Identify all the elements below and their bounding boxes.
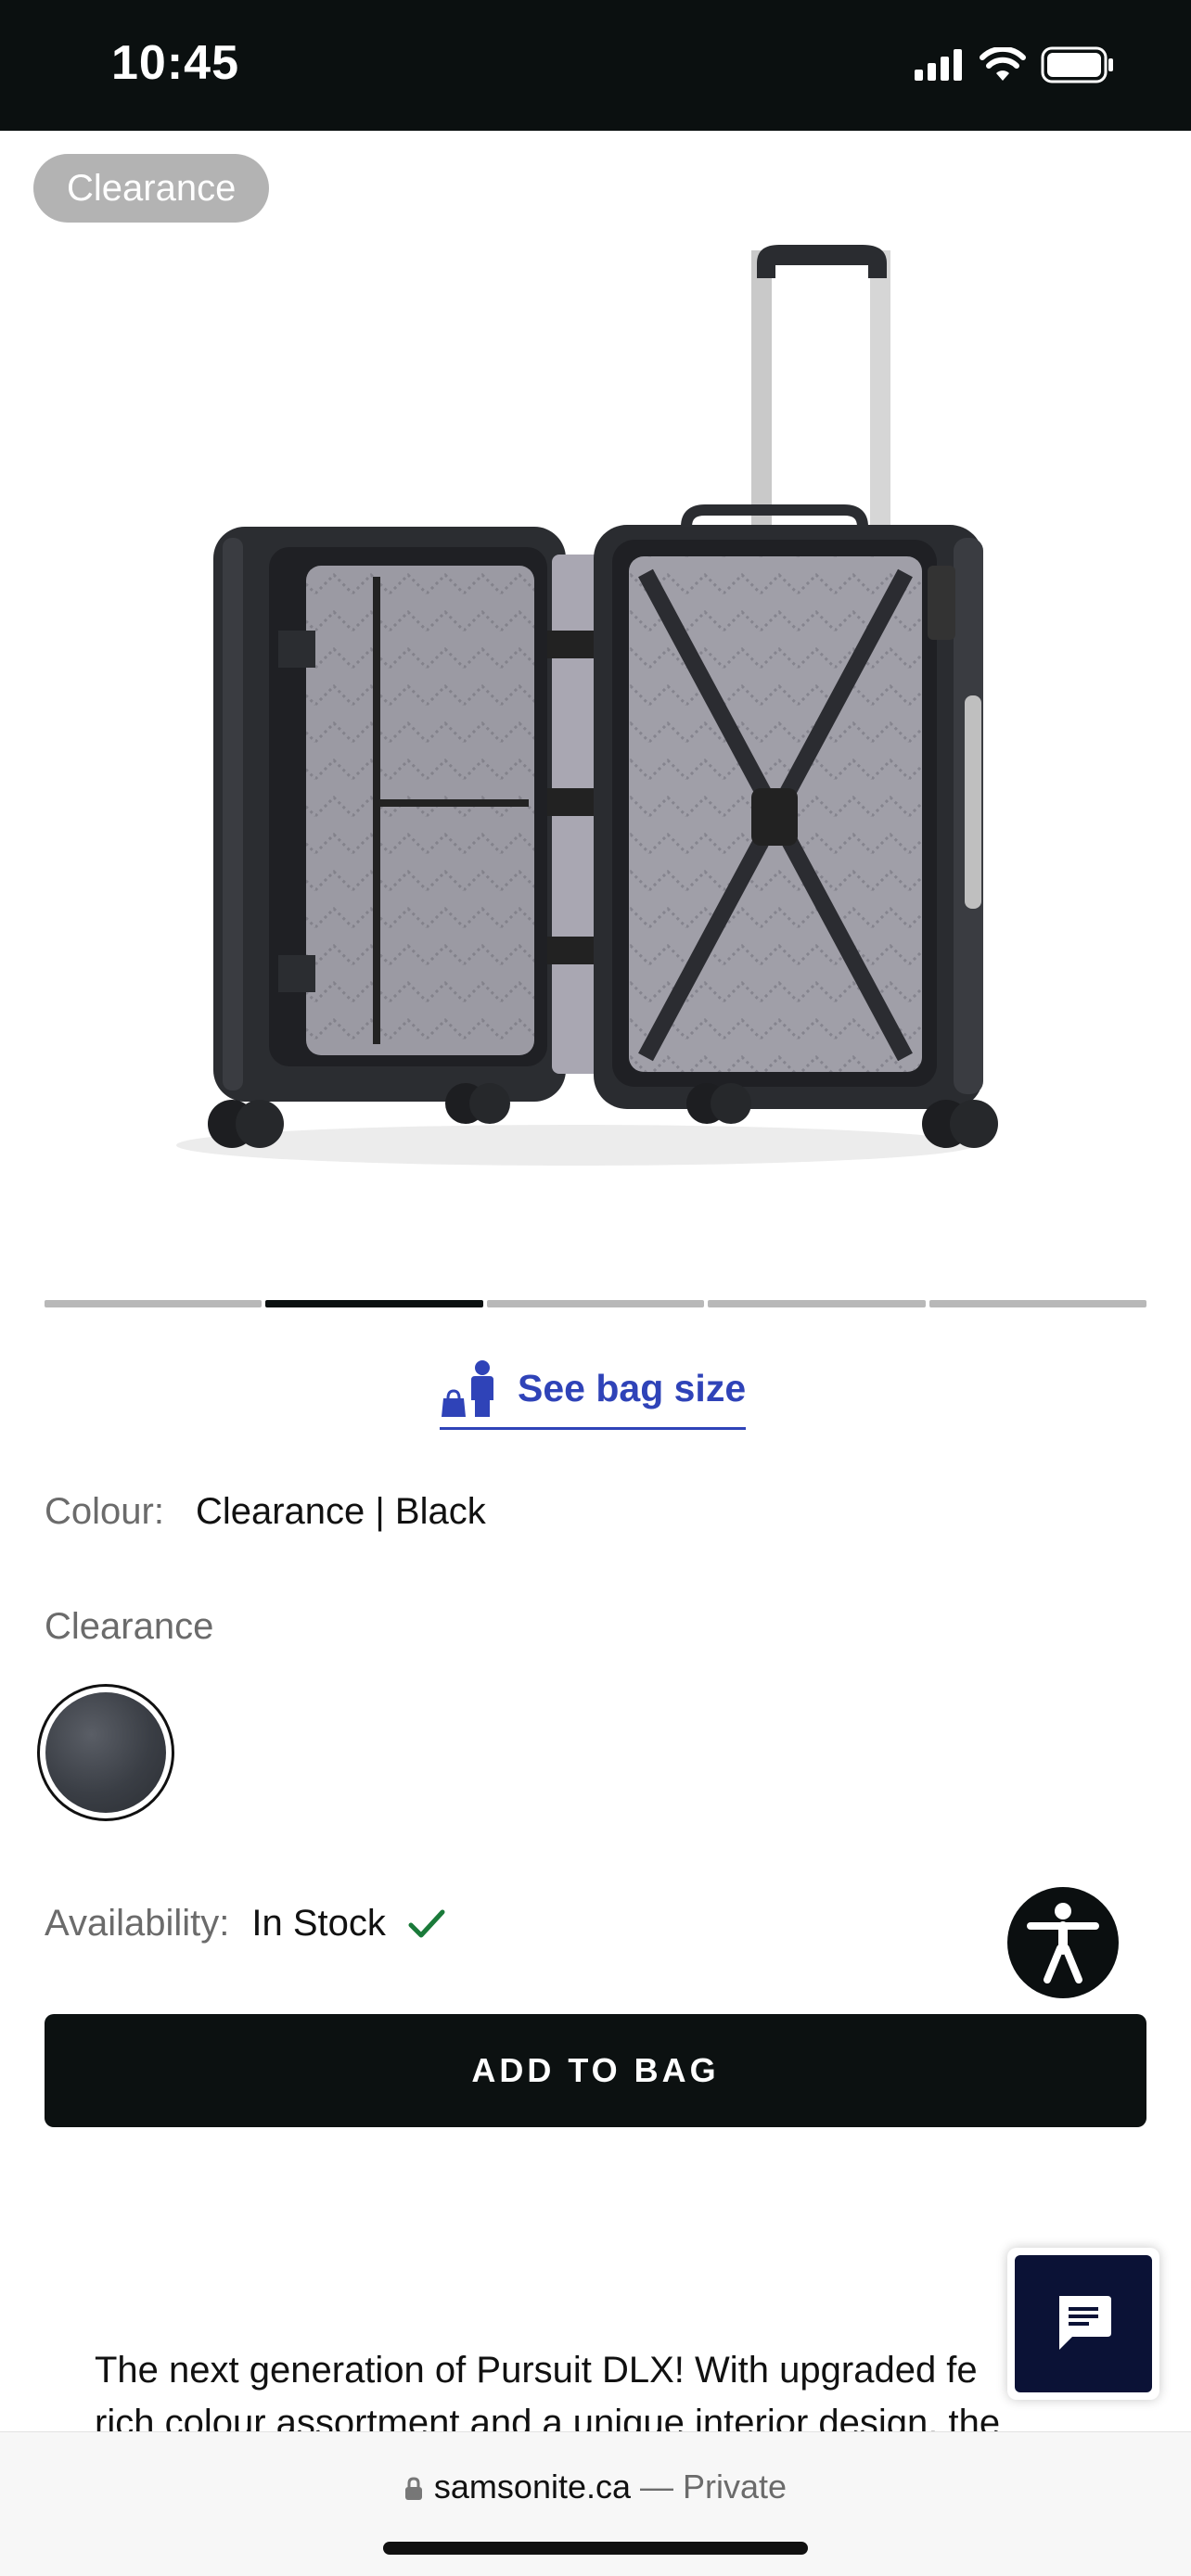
url-display[interactable]: samsonite.ca — Private	[0, 2468, 1191, 2506]
colour-swatch-black[interactable]	[37, 1684, 174, 1821]
description-line-2: rich colour assortment and a unique inte…	[95, 2403, 1001, 2433]
image-carousel-indicators[interactable]	[45, 1300, 1147, 1307]
availability-value: In Stock	[251, 1903, 386, 1944]
accessibility-button[interactable]	[1007, 1887, 1119, 1998]
battery-icon	[1041, 46, 1113, 83]
product-image[interactable]	[130, 232, 1057, 1178]
description-line-1: The next generation of Pursuit DLX! With…	[95, 2350, 978, 2391]
see-bag-size-label: See bag size	[518, 1367, 747, 1409]
clearance-badge: Clearance	[33, 154, 270, 223]
url-separator: —	[631, 2468, 684, 2506]
luggage-illustration	[176, 245, 998, 1166]
status-time: 10:45	[111, 36, 239, 90]
carousel-dot[interactable]	[708, 1300, 926, 1307]
availability-label: Availability:	[45, 1903, 230, 1944]
colour-row: Colour: Clearance | Black	[45, 1491, 486, 1533]
carousel-dot[interactable]	[45, 1300, 263, 1307]
swatch-fill	[45, 1692, 166, 1813]
add-to-bag-button[interactable]: ADD TO BAG	[45, 2014, 1146, 2127]
status-bar: 10:45	[0, 0, 1191, 131]
signal-icon	[915, 49, 962, 81]
colour-value: Clearance | Black	[195, 1491, 486, 1532]
private-mode-label: Private	[683, 2468, 788, 2506]
accessibility-person-icon	[1027, 1903, 1099, 1983]
see-bag-size-link[interactable]: See bag size	[440, 1356, 747, 1430]
url-domain: samsonite.ca	[433, 2468, 632, 2506]
chat-button-inner	[1015, 2255, 1152, 2392]
colour-label: Colour:	[45, 1491, 164, 1532]
carousel-dot[interactable]	[928, 1300, 1147, 1307]
home-indicator[interactable]	[383, 2542, 808, 2555]
availability-row: Availability: In Stock	[45, 1903, 445, 1945]
bag-size-person-icon	[442, 1359, 493, 1417]
in-stock-check-icon	[408, 1909, 445, 1937]
chat-bubble-icon	[1059, 2296, 1111, 2350]
status-icons	[913, 46, 1115, 83]
swatch-group-label: Clearance	[45, 1606, 214, 1647]
wifi-icon	[980, 47, 1026, 81]
carousel-dot[interactable]	[486, 1300, 705, 1307]
browser-address-bar[interactable]: samsonite.ca — Private	[0, 2431, 1191, 2576]
product-description: The next generation of Pursuit DLX! With…	[95, 2344, 1078, 2433]
lock-icon	[404, 2477, 422, 2501]
carousel-dot-active[interactable]	[265, 1300, 483, 1307]
chat-button[interactable]	[1007, 2248, 1159, 2400]
